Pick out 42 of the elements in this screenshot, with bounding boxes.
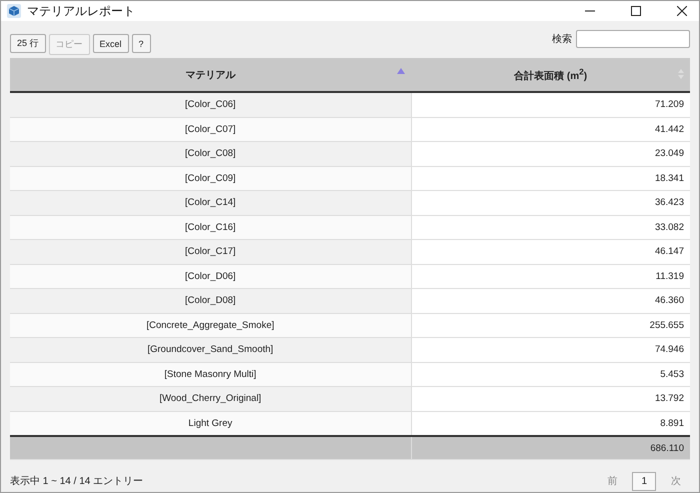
table-cell: [Concrete_Aggregate_Smoke]: [10, 313, 412, 338]
column-header[interactable]: 合計表面積 (m$^{2}$): [411, 58, 690, 92]
column-header[interactable]: マテリアル: [10, 58, 412, 92]
table-cell: 33.082: [411, 215, 690, 240]
table-cell: 13.792: [411, 386, 690, 411]
search-label: 検索: [552, 32, 572, 46]
search-field[interactable]: [576, 30, 690, 48]
toolbar-button[interactable]: ?: [132, 34, 151, 53]
table-cell: [Color_C14]: [10, 190, 412, 215]
cube-icon: [7, 4, 21, 18]
maximize-icon[interactable]: [631, 6, 641, 16]
page-button[interactable]: 1: [632, 472, 656, 490]
toolbar-button[interactable]: Excel: [92, 34, 129, 53]
table-cell: [Color_C08]: [10, 142, 412, 166]
table-cell: 18.341: [411, 166, 690, 190]
table-cell: [Color_C16]: [10, 215, 412, 240]
table-cell: [Color_C09]: [10, 166, 412, 190]
table-cell: 46.147: [411, 240, 690, 264]
table-cell: 5.453: [411, 362, 690, 386]
window-title: マテリアルレポート: [27, 2, 135, 20]
table-cell: 74.946: [411, 338, 690, 362]
table-cell: [Color_D08]: [10, 288, 412, 313]
table-cell: [Color_C07]: [10, 117, 412, 142]
table-cell: [Color_C06]: [10, 92, 412, 117]
toolbar-button[interactable]: 25 行: [10, 34, 46, 53]
table-cell: Light Grey: [10, 411, 412, 436]
table-cell: 8.891: [411, 411, 690, 436]
entries-info: 表示中 1 ~ 14 / 14 エントリー: [10, 474, 144, 488]
table-cell: [Color_D06]: [10, 264, 412, 288]
table-cell: [Color_C17]: [10, 240, 412, 264]
table-cell: [Groundcover_Sand_Smooth]: [10, 338, 412, 362]
table-cell: 36.423: [411, 190, 690, 215]
table-cell: 71.209: [411, 92, 690, 117]
table-cell: 46.360: [411, 288, 690, 313]
table-cell: [Stone Masonry Multi]: [10, 362, 412, 386]
table-cell: 255.655: [411, 313, 690, 338]
table-cell: 23.049: [411, 142, 690, 166]
table-cell: 11.319: [411, 264, 690, 288]
total-cell: 686.110: [411, 436, 690, 460]
close-icon[interactable]: [677, 6, 687, 16]
table-cell: 41.442: [411, 117, 690, 142]
table-cell: [Wood_Cherry_Original]: [10, 386, 412, 411]
